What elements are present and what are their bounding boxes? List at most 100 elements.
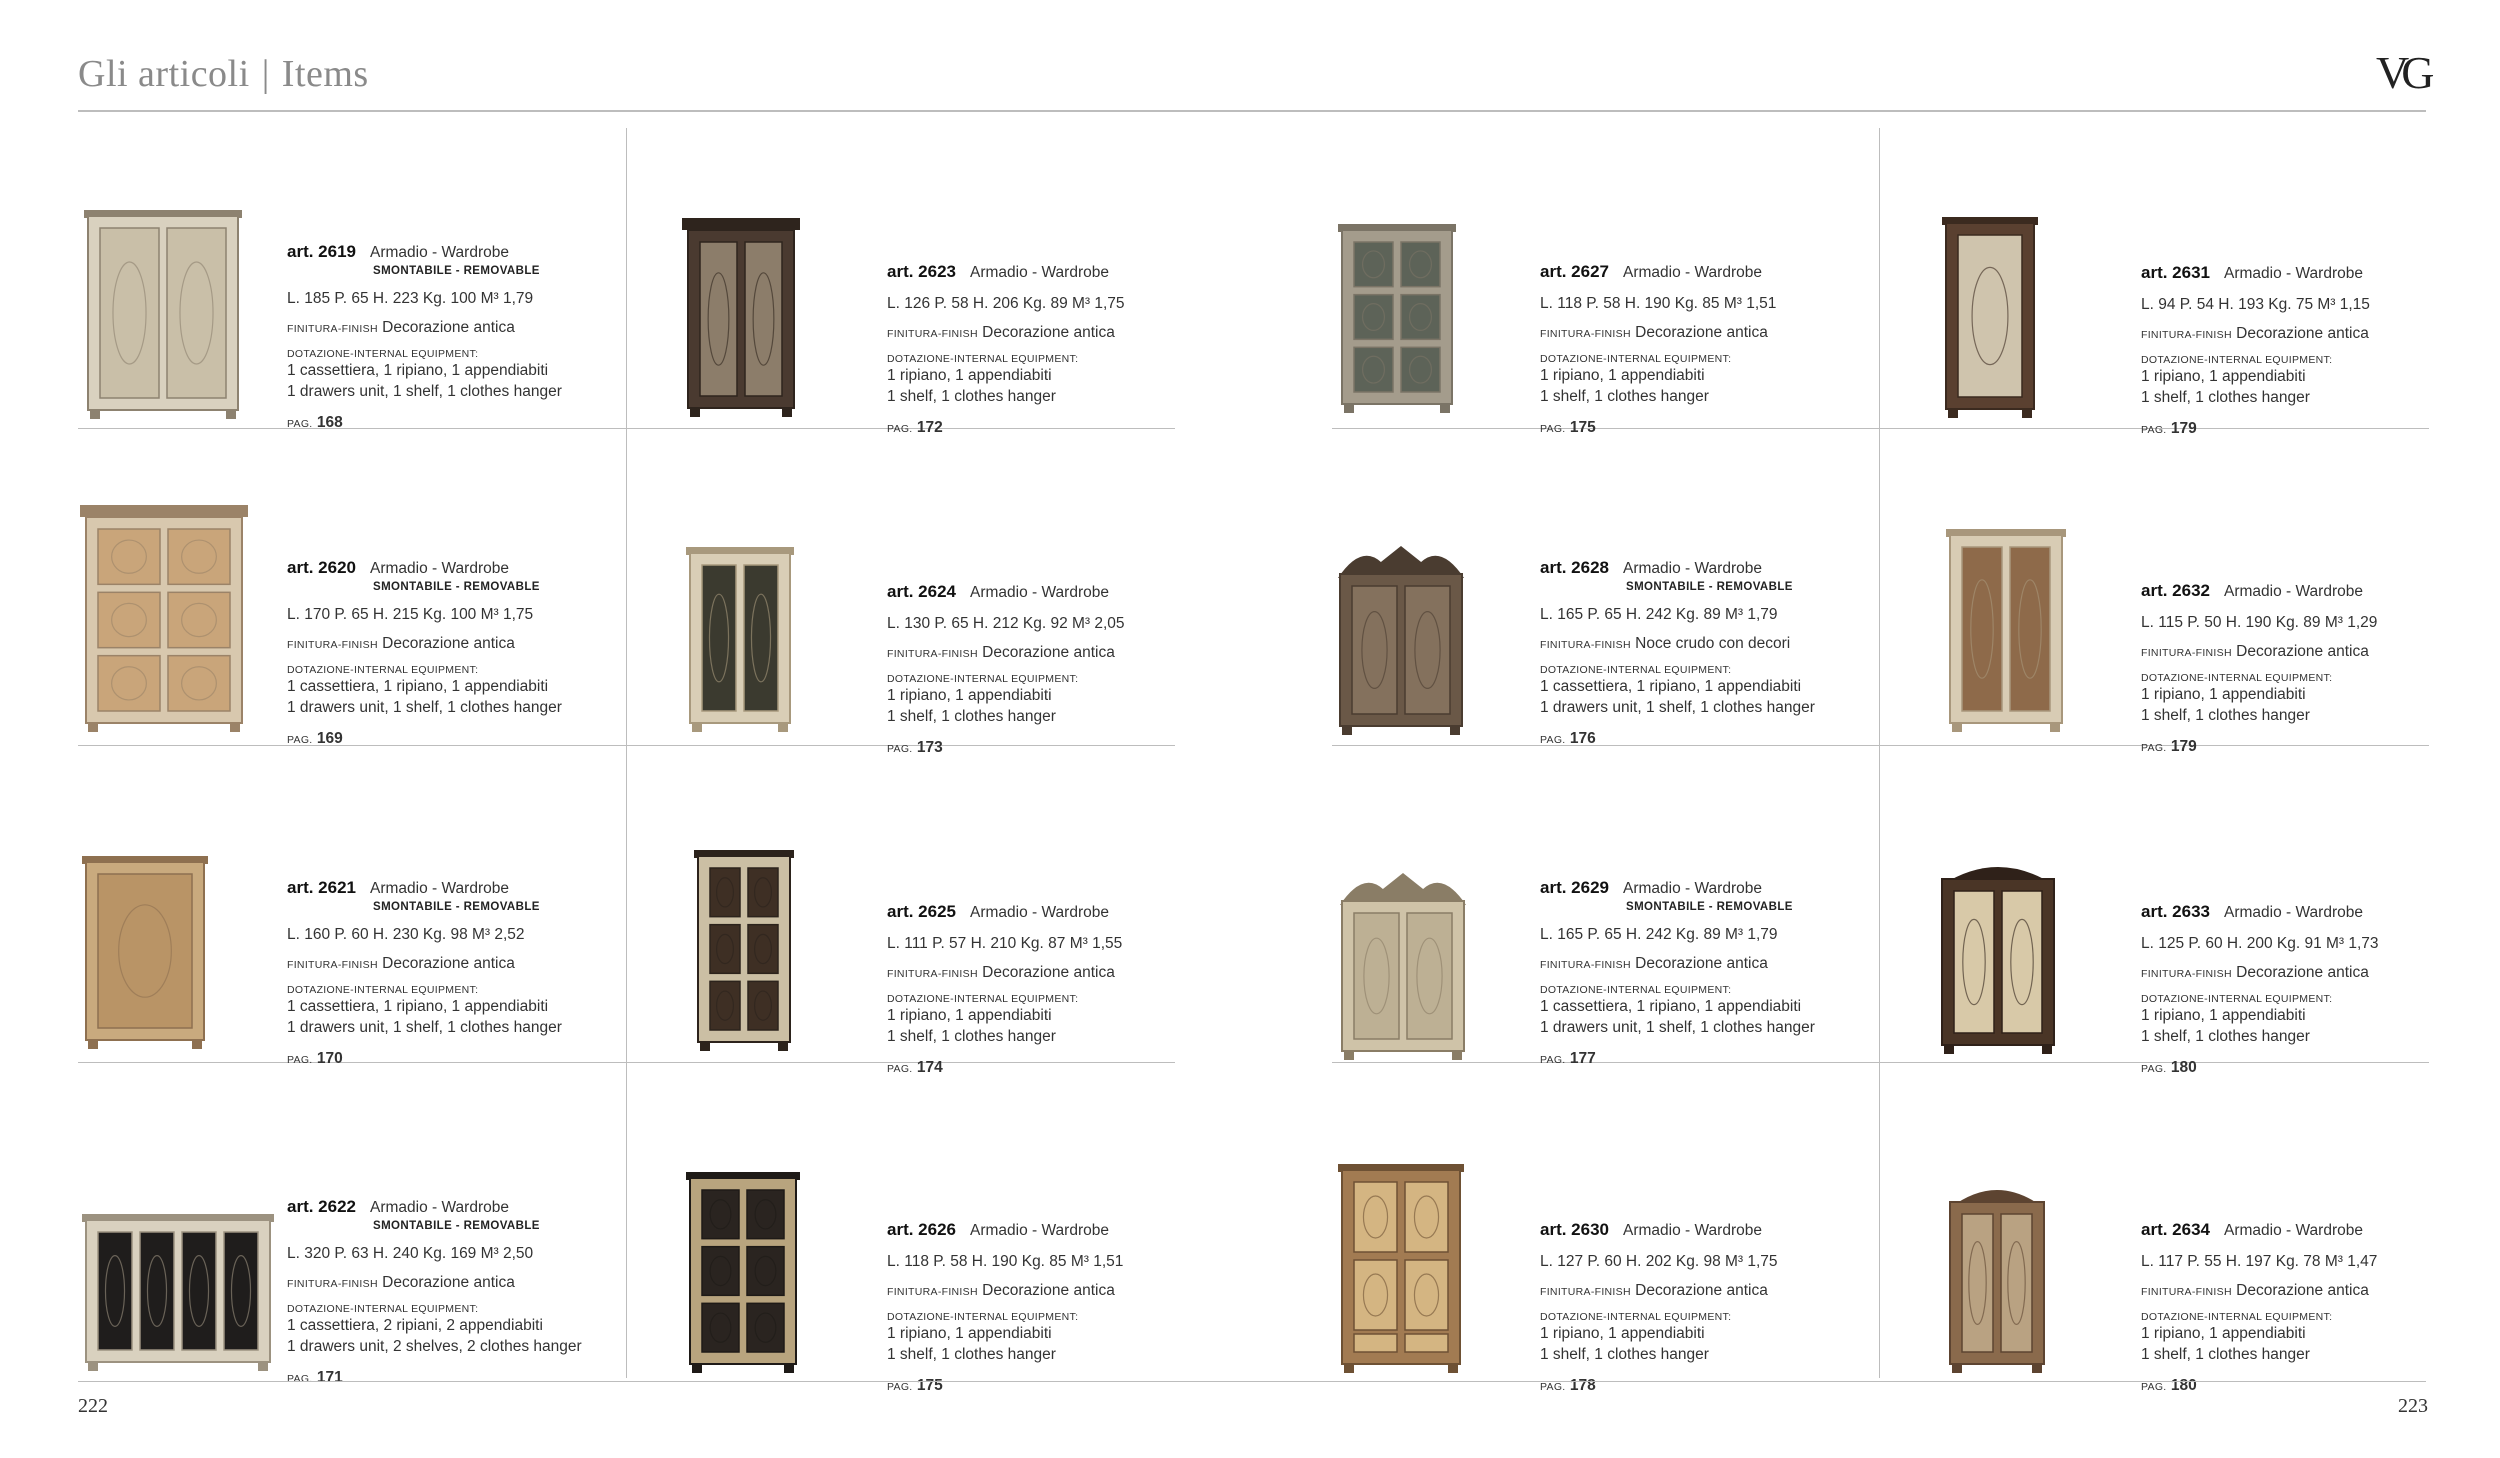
finish-label: Finitura-Finish xyxy=(1540,327,1631,340)
wardrobe-image xyxy=(80,1212,276,1372)
article-number: art. 2634 xyxy=(2141,1220,2210,1239)
finish-label: Finitura-Finish xyxy=(287,639,378,652)
item-info: art. 2632 Armadio - Wardrobe L. 115 P. 50… xyxy=(2141,580,2377,758)
wardrobe-image xyxy=(1940,215,2040,419)
item-description: Armadio - Wardrobe xyxy=(970,904,1109,921)
item-heading: art. 2622 Armadio - Wardrobe xyxy=(287,1196,582,1219)
finish-value: Noce crudo con decori xyxy=(1635,635,1791,653)
equipment-label: Dotazione-Internal equipment: xyxy=(287,664,479,677)
pag-number: 175 xyxy=(1569,418,1596,436)
page-reference: Pag. 177 xyxy=(1540,1049,1815,1070)
item-description: Armadio - Wardrobe xyxy=(1623,560,1762,577)
equipment-label: Dotazione-Internal equipment: xyxy=(287,984,479,997)
footer-rule xyxy=(78,1381,2426,1382)
equipment-english: 1 shelf, 1 clothes hanger xyxy=(887,707,1056,725)
finish-label: Finitura-Finish xyxy=(287,959,378,972)
item-description: Armadio - Wardrobe xyxy=(370,1199,509,1216)
title-separator: | xyxy=(261,53,270,95)
removable-badge: Smontabile - Removable xyxy=(1626,580,1793,593)
item-heading: art. 2633 Armadio - Wardrobe xyxy=(2141,901,2379,924)
item-heading: art. 2621 Armadio - Wardrobe xyxy=(287,877,562,900)
equipment-italian: 1 ripiano, 1 appendiabiti xyxy=(1540,366,1705,384)
item-finish: Finitura-Finish Decorazione antica xyxy=(287,318,562,339)
item-equipment: Dotazione-Internal equipment: 1 cassetti… xyxy=(1540,983,1815,1039)
equipment-italian: 1 ripiano, 1 appendiabiti xyxy=(887,1006,1052,1024)
item-description: Armadio - Wardrobe xyxy=(370,244,509,261)
header-rule xyxy=(78,110,2426,112)
item-info: art. 2621 Armadio - Wardrobe Smontabile -… xyxy=(287,877,562,1070)
article-number: art. 2632 xyxy=(2141,581,2210,600)
item-heading: art. 2623 Armadio - Wardrobe xyxy=(887,261,1125,284)
pag-label: Pag. xyxy=(287,418,313,431)
equipment-italian: 1 cassettiera, 1 ripiano, 1 appendiabiti xyxy=(287,998,549,1016)
finish-label: Finitura-Finish xyxy=(1540,639,1631,652)
item-dimensions: L. 165 P. 65 H. 242 Kg. 89 M³ 1,79 xyxy=(1540,606,1778,624)
item-equipment: Dotazione-Internal equipment: 1 ripiano,… xyxy=(2141,1310,2377,1366)
equipment-label: Dotazione-Internal equipment: xyxy=(887,1310,1079,1323)
pag-number: 173 xyxy=(916,738,943,756)
equipment-italian: 1 cassettiera, 1 ripiano, 1 appendiabiti xyxy=(287,362,549,380)
item-equipment: Dotazione-Internal equipment: 1 cassetti… xyxy=(287,347,562,403)
item-dimensions: L. 111 P. 57 H. 210 Kg. 87 M³ 1,55 xyxy=(887,934,1123,952)
finish-label: Finitura-Finish xyxy=(1540,959,1631,972)
pag-number: 177 xyxy=(1569,1050,1596,1068)
brand-logo: VG xyxy=(2376,47,2435,98)
equipment-english: 1 drawers unit, 1 shelf, 1 clothes hange… xyxy=(287,699,562,717)
item-heading: art. 2620 Armadio - Wardrobe xyxy=(287,557,562,580)
wardrobe-image xyxy=(1336,222,1458,414)
item-info: art. 2633 Armadio - Wardrobe L. 125 P. 60… xyxy=(2141,901,2379,1079)
finish-value: Decorazione antica xyxy=(982,643,1115,661)
page-reference: Pag. 175 xyxy=(887,1376,1123,1397)
equipment-english: 1 shelf, 1 clothes hanger xyxy=(2141,706,2310,724)
item-finish: Finitura-Finish Decorazione antica xyxy=(2141,324,2370,345)
item-dimensions: L. 117 P. 55 H. 197 Kg. 78 M³ 1,47 xyxy=(2141,1252,2378,1270)
finish-value: Decorazione antica xyxy=(382,955,515,973)
item-heading: art. 2634 Armadio - Wardrobe xyxy=(2141,1219,2377,1242)
equipment-label: Dotazione-Internal equipment: xyxy=(1540,352,1732,365)
finish-value: Decorazione antica xyxy=(2236,1281,2369,1299)
finish-value: Decorazione antica xyxy=(2236,324,2369,342)
item-equipment: Dotazione-Internal equipment: 1 ripiano,… xyxy=(2141,671,2377,727)
article-number: art. 2627 xyxy=(1540,262,1609,281)
equipment-english: 1 shelf, 1 clothes hanger xyxy=(2141,388,2310,406)
pag-label: Pag. xyxy=(887,1380,913,1393)
equipment-italian: 1 ripiano, 1 appendiabiti xyxy=(887,686,1052,704)
page-reference: Pag. 172 xyxy=(887,418,1125,439)
equipment-english: 1 shelf, 1 clothes hanger xyxy=(887,387,1056,405)
article-number: art. 2624 xyxy=(887,582,956,601)
article-number: art. 2631 xyxy=(2141,263,2210,282)
pag-label: Pag. xyxy=(1540,1054,1566,1067)
item-description: Armadio - Wardrobe xyxy=(970,1222,1109,1239)
column-divider xyxy=(1879,128,1880,1378)
finish-label: Finitura-Finish xyxy=(1540,1285,1631,1298)
item-info: art. 2630 Armadio - Wardrobe L. 127 P. 60… xyxy=(1540,1219,1778,1397)
item-description: Armadio - Wardrobe xyxy=(2224,583,2363,600)
finish-value: Decorazione antica xyxy=(382,319,515,337)
item-info: art. 2628 Armadio - Wardrobe Smontabile -… xyxy=(1540,557,1815,750)
finish-label: Finitura-Finish xyxy=(887,967,978,980)
equipment-label: Dotazione-Internal equipment: xyxy=(1540,1310,1732,1323)
article-number: art. 2633 xyxy=(2141,902,2210,921)
item-dimensions: L. 165 P. 65 H. 242 Kg. 89 M³ 1,79 xyxy=(1540,926,1778,944)
removable-badge: Smontabile - Removable xyxy=(373,1219,540,1232)
page-reference: Pag. 178 xyxy=(1540,1376,1778,1397)
item-equipment: Dotazione-Internal equipment: 1 ripiano,… xyxy=(2141,992,2379,1048)
item-heading: art. 2631 Armadio - Wardrobe xyxy=(2141,262,2370,285)
wardrobe-image xyxy=(1944,527,2068,733)
equipment-label: Dotazione-Internal equipment: xyxy=(2141,671,2333,684)
item-finish: Finitura-Finish Decorazione antica xyxy=(887,963,1122,984)
finish-label: Finitura-Finish xyxy=(887,647,978,660)
equipment-italian: 1 cassettiera, 1 ripiano, 1 appendiabiti xyxy=(1540,998,1802,1016)
item-heading: art. 2629 Armadio - Wardrobe xyxy=(1540,877,1815,900)
finish-value: Decorazione antica xyxy=(982,963,1115,981)
item-dimensions: L. 185 P. 65 H. 223 Kg. 100 M³ 1,79 xyxy=(287,290,534,308)
wardrobe-image xyxy=(1336,867,1470,1061)
item-finish: Finitura-Finish Decorazione antica xyxy=(287,1273,582,1294)
equipment-label: Dotazione-Internal equipment: xyxy=(2141,353,2333,366)
item-description: Armadio - Wardrobe xyxy=(1623,264,1762,281)
item-dimensions: L. 127 P. 60 H. 202 Kg. 98 M³ 1,75 xyxy=(1540,1252,1778,1270)
pag-label: Pag. xyxy=(887,742,913,755)
pag-number: 172 xyxy=(916,418,943,436)
equipment-label: Dotazione-Internal equipment: xyxy=(2141,1310,2333,1323)
equipment-label: Dotazione-Internal equipment: xyxy=(887,992,1079,1005)
